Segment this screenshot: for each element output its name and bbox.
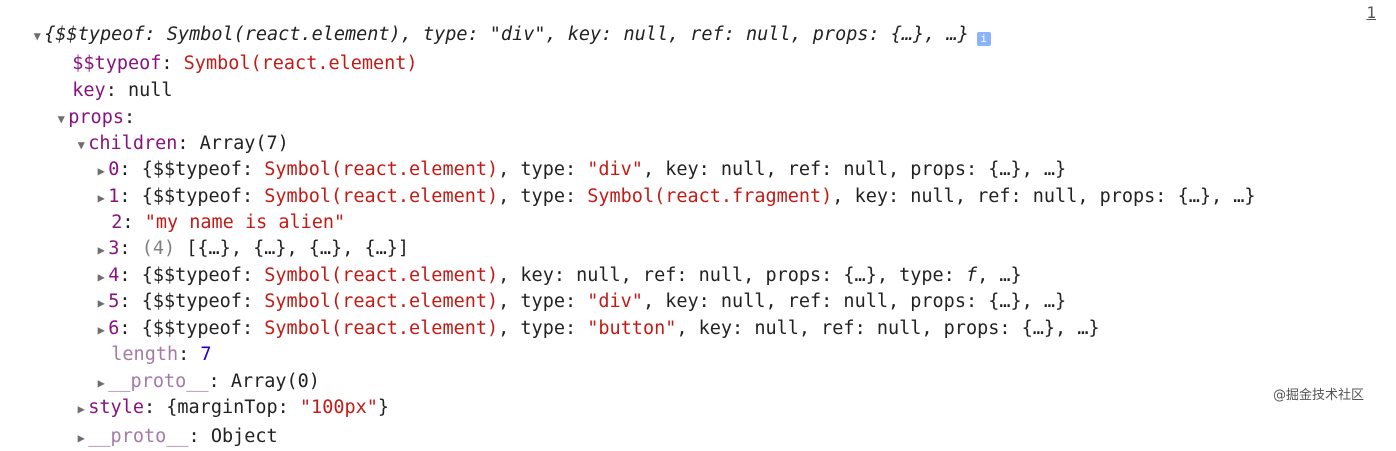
child-4-row[interactable]: ▶ 4: {$$typeof: Symbol(react.element), ke… (72, 238, 1022, 286)
expanded-triangle-icon[interactable]: ▼ (30, 24, 44, 49)
object-rest: , key: null, ref: null, props: {…}, …} (832, 186, 1256, 207)
property-value: Symbol(react.element) (183, 53, 418, 74)
children-property-row[interactable]: ▼ children: Array(7) (52, 106, 289, 154)
root-object-row[interactable]: ▼ {$$typeof: Symbol(react.element), type:… (8, 0, 991, 46)
source-line-link[interactable]: 1 (1366, 0, 1376, 25)
type-value: Symbol(react.fragment) (587, 186, 833, 207)
style-property-row[interactable]: ▶ style: {marginTop: "100px"} (52, 370, 389, 418)
property-key: __proto__ (88, 426, 189, 447)
object-rest: , key: null, ref: null, props: {…}, …} (676, 318, 1100, 339)
child-0-row[interactable]: ▶ 0: {$$typeof: Symbol(react.element), ty… (72, 132, 1067, 180)
child-5-row[interactable]: ▶ 5: {$$typeof: Symbol(react.element), ty… (72, 264, 1067, 312)
child-1-row[interactable]: ▶ 1: {$$typeof: Symbol(react.element), ty… (72, 159, 1256, 207)
object-close: } (377, 397, 390, 418)
property-value: Object (210, 426, 278, 447)
length-property-row: length: 7 (89, 317, 211, 365)
props-property-row[interactable]: ▼ props: (32, 80, 135, 128)
type-label: , type: (498, 186, 588, 207)
collapsed-triangle-icon[interactable]: ▶ (74, 426, 88, 451)
watermark-text: @掘金技术社区 (1272, 388, 1364, 403)
child-6-row[interactable]: ▶ 6: {$$typeof: Symbol(react.element), ty… (72, 291, 1100, 339)
children-proto-row[interactable]: ▶ __proto__: Array(0) (72, 344, 320, 392)
symbol-value: Symbol(react.element) (264, 318, 499, 339)
child-3-row[interactable]: ▶ 3: (4) [{…}, {…}, {…}, {…}] (72, 211, 409, 259)
info-icon[interactable]: i (976, 32, 991, 46)
string-value: "100px" (299, 397, 378, 418)
typeof-property-row: $$typeof: Symbol(react.element) (50, 26, 417, 74)
type-value: "button" (587, 318, 677, 339)
props-proto-row[interactable]: ▶ __proto__: Object (52, 399, 278, 447)
child-2-row: 2: "my name is alien" (89, 185, 345, 233)
type-label: , type: (498, 318, 588, 339)
colon: : (188, 426, 211, 447)
key-property-row: key: null (50, 53, 172, 101)
